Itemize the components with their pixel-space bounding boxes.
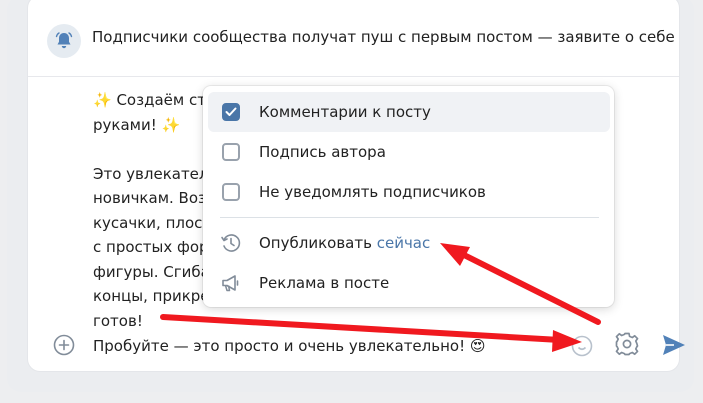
menu-item-label: Подпись автора xyxy=(259,143,386,161)
checkbox-icon[interactable] xyxy=(220,141,242,163)
menu-item-label: Комментарии к посту xyxy=(259,103,431,121)
menu-item-publish[interactable]: Опубликовать сейчас xyxy=(208,223,610,263)
clock-icon xyxy=(220,232,242,254)
megaphone-icon xyxy=(220,272,242,294)
menu-item-label: Реклама в посте xyxy=(259,274,390,292)
bell-icon xyxy=(47,24,81,58)
post-settings-menu: Комментарии к посту Подпись автора Не ув… xyxy=(203,86,614,307)
menu-item-comments[interactable]: Комментарии к посту xyxy=(208,92,610,132)
menu-item-author-signature[interactable]: Подпись автора xyxy=(208,132,610,172)
emoji-icon[interactable] xyxy=(571,335,593,357)
add-attachment-icon[interactable] xyxy=(53,334,75,356)
menu-item-label: Не уведомлять подписчиков xyxy=(259,183,486,201)
checkbox-checked-icon[interactable] xyxy=(220,101,242,123)
menu-item-ads[interactable]: Реклама в посте xyxy=(208,263,610,303)
gear-icon[interactable] xyxy=(614,331,640,357)
banner-text: Подписчики сообщества получат пуш с перв… xyxy=(92,28,675,46)
menu-divider xyxy=(220,217,599,218)
menu-item-no-notify[interactable]: Не уведомлять подписчиков xyxy=(208,172,610,212)
publish-label: Опубликовать xyxy=(259,234,372,252)
send-icon[interactable] xyxy=(661,333,687,357)
checkbox-icon[interactable] xyxy=(220,181,242,203)
push-banner[interactable]: Подписчики сообщества получат пуш с перв… xyxy=(28,0,679,77)
post-last-line: Пробуйте — это просто и очень увлекатель… xyxy=(93,337,486,355)
publish-time-link[interactable]: сейчас xyxy=(377,234,431,252)
post-line: готов! xyxy=(93,311,143,330)
